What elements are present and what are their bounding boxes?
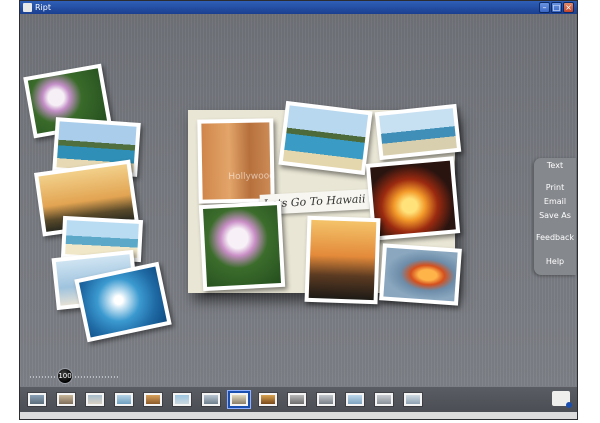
settings-badge-icon [566, 402, 572, 408]
thumbnail-strip [20, 386, 577, 413]
maximize-button[interactable]: □ [551, 2, 562, 13]
status-bar [20, 412, 577, 419]
collage-settings-icon[interactable] [552, 391, 572, 408]
tiki-image [201, 122, 271, 200]
collage-photo-coast[interactable] [374, 103, 462, 161]
thumbnail[interactable] [86, 393, 104, 406]
eruption-image [383, 247, 458, 302]
app-window: Ript – □ × Hollywood Lets Go To Hawaii T… [19, 0, 578, 420]
menu-text[interactable]: Text [534, 161, 576, 170]
thumbnail[interactable] [202, 393, 220, 406]
collage-photo-sunset[interactable] [304, 215, 381, 305]
thumbnail[interactable] [144, 393, 162, 406]
bay-2-image [282, 105, 369, 171]
collage-photo-orchid[interactable] [198, 200, 286, 292]
app-icon [23, 3, 32, 12]
side-menu: Text Print Email Save As Feedback Help [534, 158, 576, 275]
menu-feedback[interactable]: Feedback [534, 233, 576, 242]
zoom-slider[interactable]: 100 [30, 368, 120, 384]
minimize-icon: – [542, 3, 547, 12]
close-icon: × [565, 3, 572, 12]
menu-email[interactable]: Email [534, 197, 576, 206]
collage-photo-bay[interactable] [278, 100, 373, 176]
sunset-image [308, 219, 377, 301]
zoom-ticks [30, 376, 120, 378]
window-title: Ript [35, 3, 51, 12]
minimize-button[interactable]: – [539, 2, 550, 13]
canvas-area[interactable]: Hollywood Lets Go To Hawaii Text Print E… [20, 14, 577, 386]
close-button[interactable]: × [563, 2, 574, 13]
tiki-watermark: Hollywood [228, 171, 276, 183]
orchid-2-image [203, 205, 281, 287]
collage-photo-tiki[interactable]: Hollywood [197, 118, 276, 204]
thumbnail-active[interactable] [230, 393, 248, 406]
collage-photo-eruption[interactable] [379, 243, 462, 306]
thumbnail[interactable] [259, 393, 277, 406]
menu-print[interactable]: Print [534, 183, 576, 192]
menu-save-as[interactable]: Save As [534, 211, 576, 220]
thumbnail[interactable] [115, 393, 133, 406]
thumbnail[interactable] [57, 393, 75, 406]
zoom-value: 100 [58, 372, 72, 380]
thumbnail[interactable] [404, 393, 422, 406]
menu-help[interactable]: Help [534, 257, 576, 266]
thumbnail[interactable] [288, 393, 306, 406]
thumbnail[interactable] [28, 393, 46, 406]
thumbnail[interactable] [375, 393, 393, 406]
title-bar[interactable]: Ript – □ × [20, 1, 577, 14]
maximize-icon: □ [552, 3, 561, 12]
zoom-knob-icon[interactable]: 100 [57, 368, 73, 384]
thumbnail[interactable] [173, 393, 191, 406]
coast-image [379, 108, 457, 156]
surfer-image [79, 266, 167, 338]
thumbnail[interactable] [317, 393, 335, 406]
thumbnail[interactable] [346, 393, 364, 406]
lava-image [370, 160, 456, 237]
